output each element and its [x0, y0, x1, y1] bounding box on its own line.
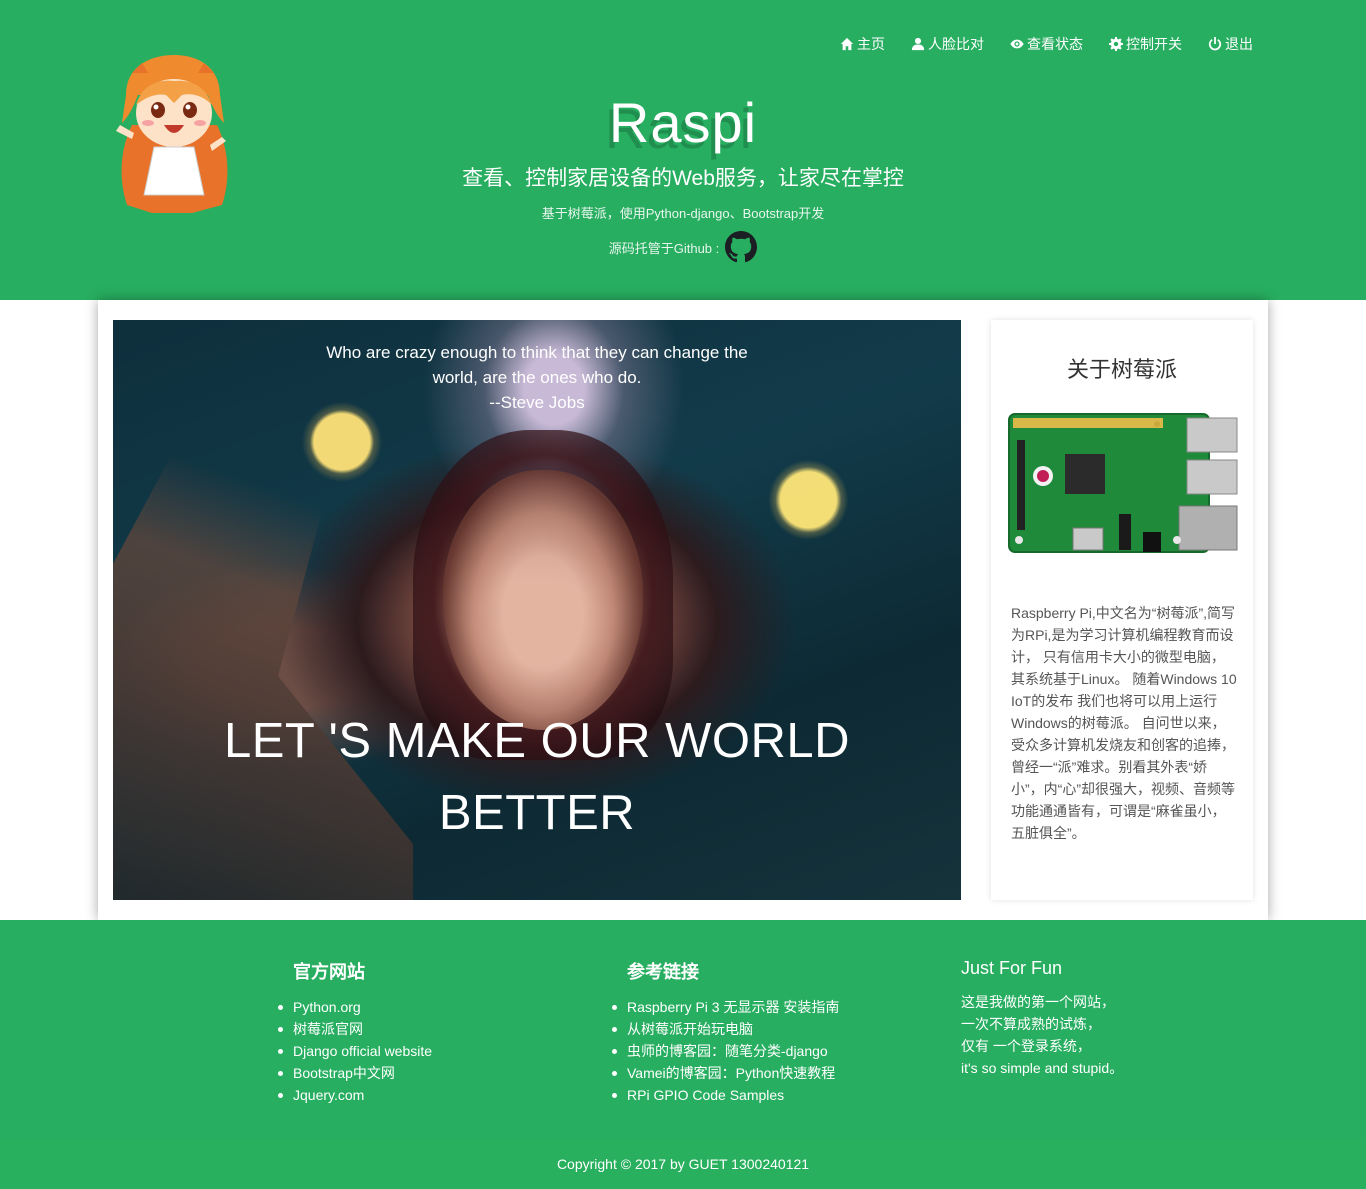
home-icon	[840, 37, 854, 51]
nav-label: 查看状态	[1027, 36, 1083, 52]
nav-item-face-compare[interactable]: 人脸比对	[911, 34, 984, 54]
power-icon	[1208, 37, 1222, 51]
nav-label: 主页	[857, 36, 885, 52]
footer-heading: 参考链接	[627, 962, 699, 982]
user-icon	[911, 37, 925, 51]
quote-text: Who are crazy enough to think that they …	[326, 343, 748, 387]
source-line: 源码托管于Github :	[0, 231, 1366, 263]
hero-quote: Who are crazy enough to think that they …	[113, 340, 961, 415]
panel-description: Raspberry Pi,中文名为“树莓派”,简写为RPi,是为学习计算机编程教…	[1011, 605, 1237, 841]
footer-link[interactable]: Django official website	[277, 1040, 432, 1062]
quote-author: --Steve Jobs	[489, 393, 585, 412]
fun-line: 一次不算成熟的试炼，	[961, 1016, 1101, 1032]
source-label: 源码托管于Github :	[608, 240, 720, 256]
footer-link[interactable]: Raspberry Pi 3 无显示器 安装指南	[611, 996, 839, 1018]
nav-item-logout[interactable]: 退出	[1208, 34, 1253, 54]
footer-link[interactable]: Bootstrap中文网	[277, 1062, 432, 1084]
site-footer: 官方网站 Python.org 树莓派官网 Django official we…	[0, 920, 1366, 1189]
raspberry-pi-board-image	[1008, 413, 1238, 553]
fun-line: 仅有 一个登录系统，	[961, 1038, 1091, 1054]
nav-item-view-status[interactable]: 查看状态	[1010, 34, 1083, 54]
github-icon[interactable]	[725, 231, 758, 263]
headline-line-2: BETTER	[438, 786, 636, 840]
eye-icon	[1010, 39, 1024, 49]
nav-item-home[interactable]: 主页	[840, 34, 885, 54]
site-header: 主页 人脸比对 查看状态 控制开关 退出 Raspi 查看、控制家居设备的Web…	[0, 0, 1366, 300]
hero-image: Who are crazy enough to think that they …	[113, 320, 961, 900]
footer-link[interactable]: 虫师的博客园：随笔分类-django	[611, 1040, 839, 1062]
headline-line-1: LET 'S MAKE OUR WORLD	[223, 714, 851, 768]
nav-label: 控制开关	[1126, 36, 1182, 52]
main-content: Who are crazy enough to think that they …	[98, 300, 1268, 920]
copyright: Copyright © 2017 by GUET 1300240121	[0, 1138, 1366, 1189]
footer-heading: Just For Fun	[961, 958, 1063, 978]
tagline: 基于树莓派，使用Python-django、Bootstrap开发	[541, 206, 825, 221]
nav-label: 人脸比对	[928, 36, 984, 52]
footer-link[interactable]: 从树莓派开始玩电脑	[611, 1018, 839, 1040]
footer-just-for-fun: Just For Fun 这是我做的第一个网站， 一次不算成熟的试炼， 仅有 一…	[961, 958, 1123, 1079]
panel-title: 关于树莓派	[1066, 357, 1177, 382]
footer-link[interactable]: Jquery.com	[277, 1084, 432, 1106]
page-subtitle: 查看、控制家居设备的Web服务，让家尽在掌控	[462, 167, 904, 190]
about-raspberry-pi-panel: 关于树莓派 Raspberry Pi,中文名为“树莓派”,简写为RPi,是为学习…	[991, 320, 1253, 900]
footer-reference-links: 参考链接 Raspberry Pi 3 无显示器 安装指南 从树莓派开始玩电脑 …	[611, 958, 839, 1106]
footer-link[interactable]: Python.org	[277, 996, 432, 1018]
footer-link[interactable]: Vamei的博客园：Python快速教程	[611, 1062, 839, 1084]
footer-heading: 官方网站	[293, 962, 365, 982]
nav-label: 退出	[1225, 36, 1253, 52]
footer-link[interactable]: 树莓派官网	[277, 1018, 432, 1040]
footer-link[interactable]: RPi GPIO Code Samples	[611, 1084, 839, 1106]
gear-icon	[1109, 37, 1123, 51]
fun-line: it's so simple and stupid。	[961, 1060, 1124, 1076]
footer-official-sites: 官方网站 Python.org 树莓派官网 Django official we…	[277, 958, 432, 1106]
fun-line: 这是我做的第一个网站，	[961, 994, 1115, 1010]
top-nav: 主页 人脸比对 查看状态 控制开关 退出	[840, 34, 1253, 54]
hero-headline: LET 'S MAKE OUR WORLD BETTER	[153, 705, 921, 849]
page-title: Raspi	[608, 91, 758, 154]
nav-item-control-switch[interactable]: 控制开关	[1109, 34, 1182, 54]
